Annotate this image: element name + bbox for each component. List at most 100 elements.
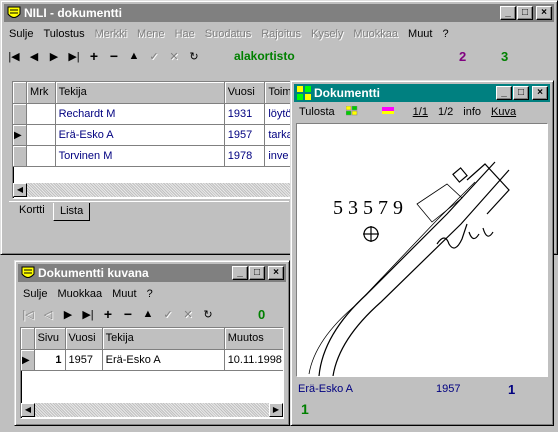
- menu-page-1-2[interactable]: 1/2: [433, 106, 458, 118]
- menu-sulje[interactable]: Sulje: [4, 28, 38, 40]
- color-palette-icon[interactable]: [345, 105, 358, 119]
- column-header[interactable]: Tekija: [102, 328, 225, 350]
- cell-vuosi[interactable]: 1957: [224, 124, 266, 146]
- delete-record-icon[interactable]: −: [104, 47, 124, 65]
- menu-muut[interactable]: Muut: [107, 288, 141, 300]
- main-grid: Mrk Tekija Vuosi Toim Rechardt M 1931 löytö ▶ Er…: [12, 81, 296, 199]
- row-selector[interactable]: ▶: [13, 124, 28, 146]
- main-titlebar[interactable]: NILI - dokumentti _ □ ×: [4, 4, 554, 22]
- menu-tulostus[interactable]: Tulostus: [38, 28, 89, 40]
- confirm-icon[interactable]: ✓: [158, 305, 178, 323]
- maximize-button[interactable]: □: [513, 86, 529, 100]
- edit-record-icon[interactable]: ▲: [138, 305, 158, 323]
- cell-mrk[interactable]: [26, 103, 56, 125]
- row-selector[interactable]: [13, 145, 28, 167]
- document-sketch[interactable]: 5 3 5 7 9: [297, 124, 547, 377]
- cancel-icon[interactable]: ✕: [164, 47, 184, 65]
- menu-mene[interactable]: Mene: [132, 28, 170, 40]
- last-record-icon[interactable]: ▶|: [78, 305, 98, 323]
- tab-divider: [9, 201, 289, 202]
- next-record-icon[interactable]: ▶: [44, 47, 64, 65]
- scroll-left-icon[interactable]: ◀: [21, 403, 35, 417]
- kuvana-titlebar[interactable]: Dokumentti kuvana _ □ ×: [18, 264, 286, 282]
- minimize-button[interactable]: _: [232, 266, 248, 280]
- scroll-track[interactable]: [27, 183, 295, 197]
- tab-lista-label: Lista: [60, 205, 84, 217]
- document-titlebar[interactable]: Dokumentti _ □ ×: [294, 84, 550, 102]
- table-row[interactable]: ▶ Erä-Esko A 1957 tarka: [13, 124, 295, 146]
- cell-muutos[interactable]: 10.11.1998: [224, 349, 283, 371]
- menu-help[interactable]: ?: [438, 28, 454, 40]
- kuvana-title: Dokumentti kuvana: [38, 266, 149, 280]
- refresh-icon[interactable]: ↻: [184, 47, 204, 65]
- column-header[interactable]: Vuosi: [65, 328, 103, 350]
- tab-lista[interactable]: Lista: [53, 203, 91, 221]
- menu-kuva[interactable]: Kuva: [486, 106, 521, 118]
- cell-vuosi[interactable]: 1931: [224, 103, 266, 125]
- last-record-icon[interactable]: ▶|: [64, 47, 84, 65]
- close-button[interactable]: ×: [532, 86, 548, 100]
- confirm-icon[interactable]: ✓: [144, 47, 164, 65]
- scroll-right-icon[interactable]: ▶: [269, 403, 283, 417]
- menu-rajoitus[interactable]: Rajoitus: [256, 28, 306, 40]
- menu-muokkaa[interactable]: Muokkaa: [348, 28, 403, 40]
- close-button[interactable]: ×: [536, 6, 552, 20]
- table-row[interactable]: Torvinen M 1978 inve: [13, 145, 295, 167]
- row-selector[interactable]: [13, 103, 28, 125]
- cell-tekija[interactable]: Erä-Esko A: [102, 349, 225, 371]
- close-button[interactable]: ×: [268, 266, 284, 280]
- sketch-label: 5 3 5 7 9: [333, 197, 403, 219]
- column-header[interactable]: Sivu: [34, 328, 66, 350]
- menu-page-1-1[interactable]: 1/1: [408, 106, 433, 118]
- cell-vuosi[interactable]: 1957: [65, 349, 103, 371]
- scroll-left-icon[interactable]: ◀: [13, 183, 27, 197]
- counter-a: 2: [459, 48, 467, 64]
- column-header[interactable]: Muutos: [224, 328, 283, 350]
- cell-sivu[interactable]: 1: [34, 349, 66, 371]
- cell-tekija[interactable]: Torvinen M: [55, 145, 225, 167]
- edit-record-icon[interactable]: ▲: [124, 47, 144, 65]
- menu-kysely[interactable]: Kysely: [306, 28, 348, 40]
- cell-vuosi[interactable]: 1978: [224, 145, 266, 167]
- next-record-icon[interactable]: ▶: [58, 305, 78, 323]
- column-header[interactable]: Vuosi: [224, 82, 266, 104]
- prev-record-icon[interactable]: ◀: [24, 47, 44, 65]
- maximize-button[interactable]: □: [249, 266, 265, 280]
- kuvana-hscrollbar[interactable]: ◀ ▶: [21, 403, 283, 417]
- column-header[interactable]: Tekija: [55, 82, 225, 104]
- menu-tulosta[interactable]: Tulosta: [294, 106, 340, 118]
- column-header[interactable]: Mrk: [26, 82, 56, 104]
- delete-record-icon[interactable]: −: [118, 305, 138, 323]
- add-record-icon[interactable]: +: [84, 47, 104, 65]
- minimize-button[interactable]: _: [496, 86, 512, 100]
- scroll-track[interactable]: [35, 403, 269, 417]
- cell-mrk[interactable]: [26, 124, 56, 146]
- cancel-icon[interactable]: ✕: [178, 305, 198, 323]
- menu-help[interactable]: ?: [142, 288, 158, 300]
- kuvana-menubar: Sulje Muokkaa Muut?: [18, 285, 286, 303]
- minimize-button[interactable]: _: [500, 6, 516, 20]
- menu-suodatus[interactable]: Suodatus: [200, 28, 256, 40]
- cell-tekija[interactable]: Erä-Esko A: [55, 124, 225, 146]
- row-selector[interactable]: ▶: [21, 349, 35, 371]
- menu-hae[interactable]: Hae: [170, 28, 200, 40]
- menu-muokkaa[interactable]: Muokkaa: [52, 288, 107, 300]
- first-record-icon[interactable]: |◁: [18, 305, 38, 323]
- maximize-button[interactable]: □: [517, 6, 533, 20]
- color-bar-icon[interactable]: [381, 106, 394, 118]
- menu-muut[interactable]: Muut: [403, 28, 437, 40]
- main-hscrollbar[interactable]: ◀: [13, 183, 295, 197]
- menu-merkki[interactable]: Merkki: [90, 28, 132, 40]
- add-record-icon[interactable]: +: [98, 305, 118, 323]
- kuvana-toolbar: |◁ ◁ ▶ ▶| + − ▲ ✓ ✕ ↻ 0: [18, 303, 286, 325]
- prev-record-icon[interactable]: ◁: [38, 305, 58, 323]
- table-row[interactable]: ▶ 1 1957 Erä-Esko A 10.11.1998: [21, 349, 283, 371]
- cell-tekija[interactable]: Rechardt M: [55, 103, 225, 125]
- refresh-icon[interactable]: ↻: [198, 305, 218, 323]
- table-row[interactable]: Rechardt M 1931 löytö: [13, 103, 295, 125]
- cell-mrk[interactable]: [26, 145, 56, 167]
- menu-sulje[interactable]: Sulje: [18, 288, 52, 300]
- tab-kortti[interactable]: Kortti: [13, 202, 51, 220]
- menu-info[interactable]: info: [458, 106, 486, 118]
- first-record-icon[interactable]: |◀: [4, 47, 24, 65]
